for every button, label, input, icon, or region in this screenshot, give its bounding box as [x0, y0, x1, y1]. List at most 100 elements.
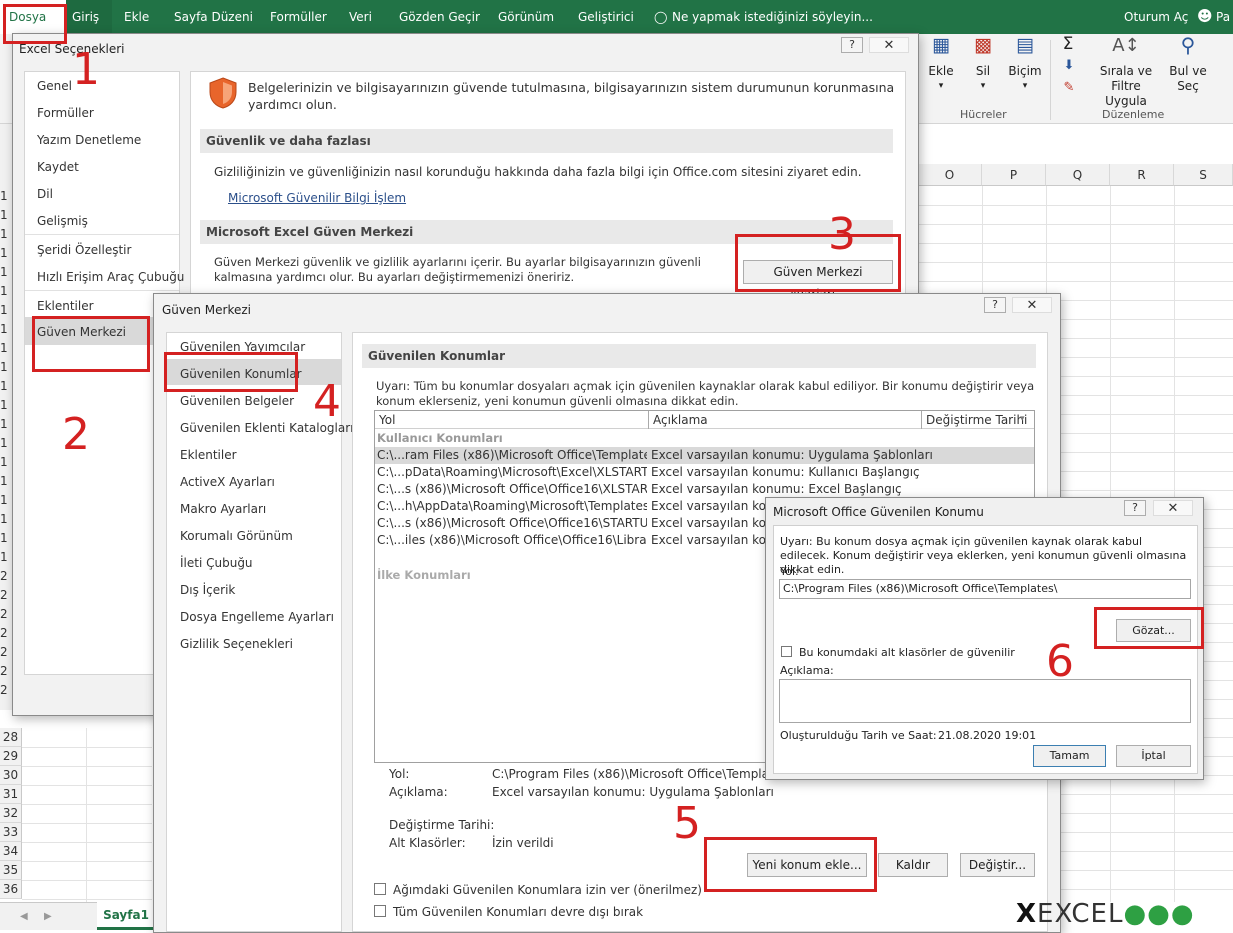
row-header-partial[interactable]: 1	[0, 339, 10, 358]
tab-view[interactable]: Görünüm	[498, 10, 554, 24]
tab-insert[interactable]: Ekle	[124, 10, 149, 24]
row-header-partial[interactable]: 1	[0, 491, 10, 510]
nav-advanced[interactable]: Gelişmiş	[37, 214, 88, 228]
column-modified-date[interactable]: Değiştirme Tarihi	[926, 413, 1027, 427]
disable-all-checkbox[interactable]	[374, 905, 386, 917]
tc-nav-message-bar[interactable]: İleti Çubuğu	[180, 556, 253, 570]
row-header-36[interactable]: 36	[0, 880, 22, 899]
sort-filter-button[interactable]: A↕ Sırala ve Filtre Uygula	[1086, 37, 1166, 109]
row-header-29[interactable]: 29	[0, 747, 22, 766]
share-label[interactable]: Pa	[1216, 10, 1230, 24]
row-header-partial[interactable]: 1	[0, 472, 10, 491]
column-path[interactable]: Yol	[379, 413, 395, 427]
row-header-partial[interactable]: 1	[0, 320, 10, 339]
sort-chevron-icon[interactable]: ▾	[1020, 414, 1025, 424]
row-header-partial[interactable]: 1	[0, 377, 10, 396]
tab-page-layout[interactable]: Sayfa Düzeni	[174, 10, 253, 24]
nav-general[interactable]: Genel	[37, 79, 72, 93]
column-description[interactable]: Açıklama	[653, 413, 708, 427]
insert-cells-button[interactable]: ▦ Ekle ▾	[926, 36, 956, 94]
row-header-partial[interactable]: 2	[0, 681, 10, 700]
row-header-partial[interactable]: 1	[0, 206, 10, 225]
column-header-r[interactable]: R	[1110, 164, 1174, 186]
row-header-32[interactable]: 32	[0, 804, 22, 823]
location-row[interactable]: C:\...pData\Roaming\Microsoft\Excel\XLST…	[377, 464, 1034, 481]
tc-nav-file-block[interactable]: Dosya Engelleme Ayarları	[180, 610, 334, 624]
tl-close-icon[interactable]: ✕	[1153, 500, 1193, 516]
tab-formulas[interactable]: Formüller	[270, 10, 327, 24]
trustworthy-computing-link[interactable]: Microsoft Güvenilir Bilgi İşlem	[228, 191, 406, 205]
row-header-partial[interactable]: 1	[0, 244, 10, 263]
row-header-partial[interactable]: 2	[0, 662, 10, 681]
row-header-34[interactable]: 34	[0, 842, 22, 861]
row-header-partial[interactable]: 1	[0, 510, 10, 529]
remove-location-button[interactable]: Kaldır	[878, 853, 948, 877]
row-header-partial[interactable]: 1	[0, 358, 10, 377]
nav-customize-ribbon[interactable]: Şeridi Özelleştir	[37, 243, 131, 257]
user-icon[interactable]: ☻	[1197, 7, 1213, 25]
nav-proofing[interactable]: Yazım Denetleme	[37, 133, 141, 147]
row-header-partial[interactable]: 2	[0, 605, 10, 624]
row-header-partial[interactable]: 1	[0, 282, 10, 301]
location-row[interactable]: C:\...s (x86)\Microsoft Office\Office16\…	[377, 481, 1034, 498]
scroll-right-icon[interactable]: ▶	[44, 911, 52, 922]
column-header-o[interactable]: O	[918, 164, 982, 186]
tc-nav-macros[interactable]: Makro Ayarları	[180, 502, 266, 516]
scroll-left-icon[interactable]: ◀	[20, 911, 28, 922]
tell-me-search[interactable]: Ne yapmak istediğinizi söyleyin...	[672, 10, 873, 24]
row-header-partial[interactable]: 1	[0, 415, 10, 434]
format-cells-button[interactable]: ▤ Biçim ▾	[1006, 36, 1044, 94]
find-select-button[interactable]: ⚲ Bul ve Seç	[1168, 35, 1208, 94]
tab-developer[interactable]: Geliştirici	[578, 10, 634, 24]
sign-in-link[interactable]: Oturum Aç	[1124, 10, 1188, 24]
column-header-q[interactable]: Q	[1046, 164, 1110, 186]
tl-description-input[interactable]	[779, 679, 1191, 723]
row-header-31[interactable]: 31	[0, 785, 22, 804]
nav-language[interactable]: Dil	[37, 187, 53, 201]
tc-nav-activex[interactable]: ActiveX Ayarları	[180, 475, 275, 489]
subfolders-checkbox[interactable]	[781, 646, 792, 657]
tab-review[interactable]: Gözden Geçir	[399, 10, 480, 24]
row-header-partial[interactable]: 2	[0, 567, 10, 586]
row-header-30[interactable]: 30	[0, 766, 22, 785]
modify-location-button[interactable]: Değiştir...	[960, 853, 1035, 877]
row-header-partial[interactable]: 1	[0, 529, 10, 548]
location-row[interactable]: C:\...ram Files (x86)\Microsoft Office\T…	[377, 447, 1034, 464]
row-header-partial[interactable]: 2	[0, 643, 10, 662]
row-header-partial[interactable]: 1	[0, 225, 10, 244]
tc-help-icon[interactable]: ?	[984, 297, 1006, 313]
tc-nav-privacy[interactable]: Gizlilik Seçenekleri	[180, 637, 293, 651]
nav-formulas[interactable]: Formüller	[37, 106, 94, 120]
row-header-partial[interactable]: 1	[0, 548, 10, 567]
tab-data[interactable]: Veri	[349, 10, 372, 24]
help-icon[interactable]: ?	[841, 37, 863, 53]
row-header-partial[interactable]: 2	[0, 586, 10, 605]
nav-quick-access[interactable]: Hızlı Erişim Araç Çubuğu	[37, 270, 184, 284]
fill-icon[interactable]: ⬇	[1058, 58, 1080, 73]
tab-home[interactable]: Giriş	[66, 0, 112, 34]
row-header-partial[interactable]: 2	[0, 624, 10, 643]
delete-cells-button[interactable]: ▩ Sil ▾	[968, 36, 998, 94]
row-header-partial[interactable]: 1	[0, 396, 10, 415]
row-header-35[interactable]: 35	[0, 861, 22, 880]
clear-icon[interactable]: ✎	[1058, 80, 1080, 95]
nav-save[interactable]: Kaydet	[37, 160, 79, 174]
row-header-partial[interactable]: 1	[0, 187, 10, 206]
cancel-button[interactable]: İptal	[1116, 745, 1191, 767]
row-header-33[interactable]: 33	[0, 823, 22, 842]
tl-path-input[interactable]: C:\Program Files (x86)\Microsoft Office\…	[779, 579, 1191, 599]
column-header-p[interactable]: P	[982, 164, 1046, 186]
autosum-icon[interactable]: Σ	[1057, 34, 1079, 54]
allow-network-checkbox[interactable]	[374, 883, 386, 895]
tc-close-icon[interactable]: ✕	[1012, 297, 1052, 313]
close-icon[interactable]: ✕	[869, 37, 909, 53]
row-header-partial[interactable]: 1	[0, 434, 10, 453]
row-header-28[interactable]: 28	[0, 728, 22, 747]
tc-nav-external-content[interactable]: Dış İçerik	[180, 583, 235, 597]
tc-nav-addins[interactable]: Eklentiler	[180, 448, 237, 462]
tl-help-icon[interactable]: ?	[1124, 500, 1146, 516]
column-header-s[interactable]: S	[1174, 164, 1233, 186]
row-header-partial[interactable]: 1	[0, 263, 10, 282]
tc-nav-trusted-documents[interactable]: Güvenilen Belgeler	[180, 394, 294, 408]
nav-addins[interactable]: Eklentiler	[37, 299, 94, 313]
